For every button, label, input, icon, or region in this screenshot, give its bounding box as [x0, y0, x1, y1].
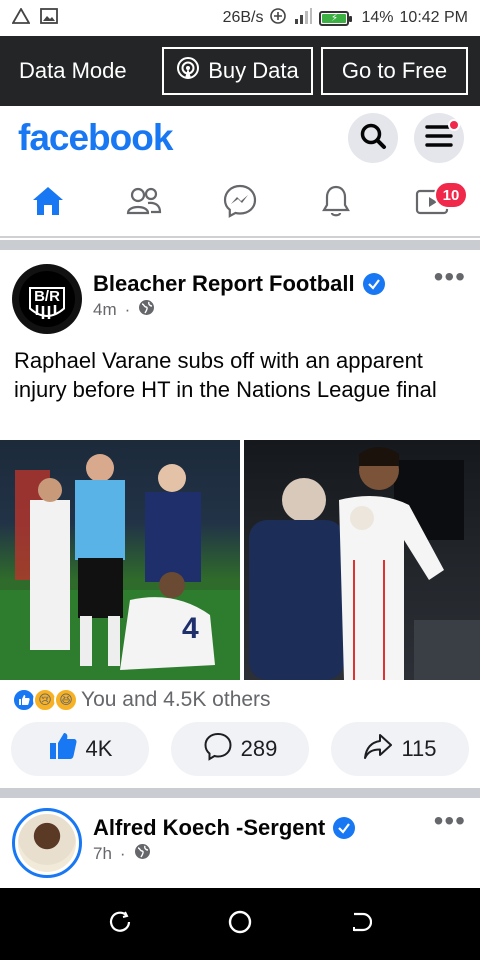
share-button[interactable]: 115: [331, 722, 469, 776]
share-count: 115: [401, 736, 437, 761]
data-mode-label: Data Mode: [19, 58, 127, 83]
bleacher-report-logo: B/R: [19, 271, 75, 327]
verified-badge-icon: [362, 273, 385, 295]
bell-icon: [321, 184, 351, 223]
comment-count: 289: [240, 736, 278, 761]
buy-data-button[interactable]: Buy Data: [162, 47, 313, 95]
like-button[interactable]: 4K: [11, 722, 149, 776]
reactions-text: You and 4.5K others: [81, 688, 271, 711]
post-photo-1[interactable]: 4: [0, 440, 240, 680]
app-header: facebook: [0, 106, 480, 170]
globe-icon: [134, 843, 151, 865]
facebook-logo[interactable]: facebook: [18, 117, 332, 159]
post-header: Alfred Koech -Sergent 7h · •••: [0, 798, 480, 884]
recents-icon[interactable]: [108, 910, 132, 939]
more-options-button[interactable]: •••: [434, 263, 466, 291]
home-circle-icon[interactable]: [227, 909, 253, 940]
net-speed: 26B/s: [222, 9, 264, 26]
warning-icon: [11, 6, 31, 29]
tab-notifications[interactable]: [306, 173, 366, 233]
go-to-free-button[interactable]: Go to Free: [321, 47, 468, 95]
page-avatar[interactable]: B/R: [12, 264, 82, 334]
like-count: 4K: [85, 736, 113, 761]
friends-icon: [126, 186, 162, 221]
comment-button[interactable]: 289: [171, 722, 309, 776]
home-icon: [31, 185, 65, 222]
search-button[interactable]: [348, 113, 398, 163]
reactions-summary[interactable]: 😢 😆 You and 4.5K others: [0, 680, 480, 720]
back-icon[interactable]: [348, 910, 373, 939]
search-icon: [359, 122, 387, 155]
post-header: B/R Bleacher Report Football 4m · •••: [0, 250, 480, 336]
messenger-icon: [223, 184, 257, 223]
feed-post: Alfred Koech -Sergent 7h · •••: [0, 798, 480, 888]
status-bar: 26B/s ⚡ 14% 10:42 PM: [0, 0, 480, 36]
post-time[interactable]: 7h: [93, 844, 112, 864]
share-icon: [363, 731, 393, 767]
comment-icon: [203, 731, 233, 767]
haha-reaction-icon: 😆: [54, 688, 78, 712]
page-name[interactable]: Alfred Koech -Sergent: [93, 815, 325, 841]
menu-button[interactable]: [414, 113, 464, 163]
clock: 10:42 PM: [399, 9, 468, 26]
data-saver-icon: [269, 7, 287, 30]
tab-watch[interactable]: 10: [402, 173, 468, 233]
feed-post: B/R Bleacher Report Football 4m · ••• Ra…: [0, 250, 480, 784]
feed-separator: [0, 240, 480, 250]
globe-icon: [138, 299, 155, 321]
post-time[interactable]: 4m: [93, 300, 117, 320]
more-options-button[interactable]: •••: [434, 807, 466, 835]
image-icon: [40, 7, 58, 29]
signal-icon: [293, 7, 313, 30]
buy-data-label: Buy Data: [208, 58, 299, 83]
feed-separator: [0, 788, 480, 798]
verified-badge-icon: [333, 817, 356, 839]
post-text: Raphael Varane subs off with an apparent…: [14, 348, 437, 402]
tab-home[interactable]: [18, 173, 78, 233]
battery-icon: ⚡: [319, 10, 353, 26]
watch-badge: 10: [434, 181, 468, 209]
battery-percent: 14%: [361, 9, 394, 26]
thumbs-up-icon: [48, 731, 78, 767]
reaction-icons: 😢 😆: [12, 688, 78, 712]
post-actions: 4K 289 115: [0, 720, 480, 776]
notification-dot: [448, 119, 460, 131]
system-navigation-bar: [0, 888, 480, 960]
page-name[interactable]: Bleacher Report Football: [93, 271, 355, 297]
user-avatar[interactable]: [12, 808, 82, 878]
data-mode-bar: Data Mode Buy Data Go to Free: [0, 36, 480, 106]
post-photo-2[interactable]: [244, 440, 480, 680]
svg-text:4: 4: [182, 612, 199, 645]
post-media[interactable]: 4: [0, 440, 480, 680]
tab-friends[interactable]: [114, 173, 174, 233]
tab-bar: 10: [0, 170, 480, 238]
broadcast-icon: [176, 56, 200, 86]
dot-separator: ·: [124, 300, 131, 319]
tab-messenger[interactable]: [210, 173, 270, 233]
svg-text:B/R: B/R: [34, 288, 60, 305]
dot-separator: ·: [119, 844, 126, 863]
go-to-free-label: Go to Free: [341, 58, 448, 83]
